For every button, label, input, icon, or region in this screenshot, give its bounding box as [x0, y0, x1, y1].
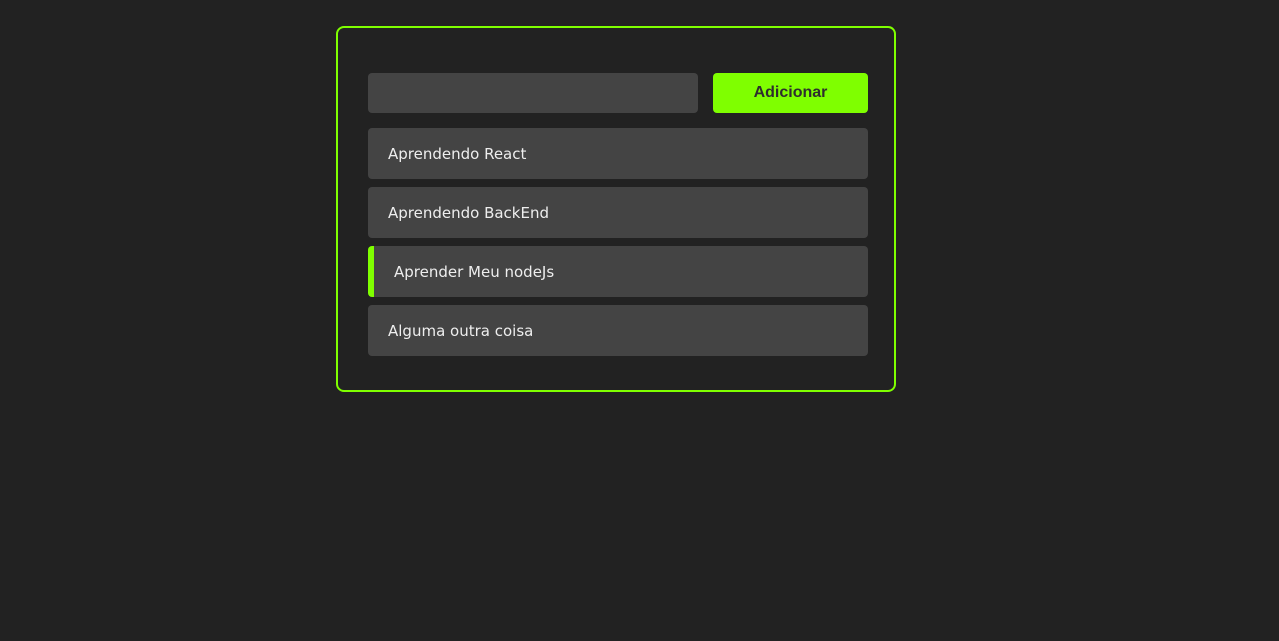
task-title: Aprendendo React	[388, 144, 527, 163]
task-list: Aprendendo React Aprendendo BackEnd Apre…	[368, 128, 868, 364]
task-item[interactable]: Alguma outra coisa	[368, 305, 868, 356]
task-item[interactable]: Aprendendo BackEnd	[368, 187, 868, 238]
todo-panel: Adicionar Aprendendo React Aprendendo Ba…	[336, 26, 896, 392]
task-item[interactable]: Aprendendo React	[368, 128, 868, 179]
add-task-form: Adicionar	[368, 73, 868, 113]
task-title: Alguma outra coisa	[388, 321, 534, 340]
task-title: Aprendendo BackEnd	[388, 203, 550, 222]
add-button[interactable]: Adicionar	[713, 73, 868, 113]
task-item[interactable]: Aprender Meu nodeJs	[368, 246, 868, 297]
task-input[interactable]	[368, 73, 698, 113]
task-title: Aprender Meu nodeJs	[394, 262, 555, 281]
